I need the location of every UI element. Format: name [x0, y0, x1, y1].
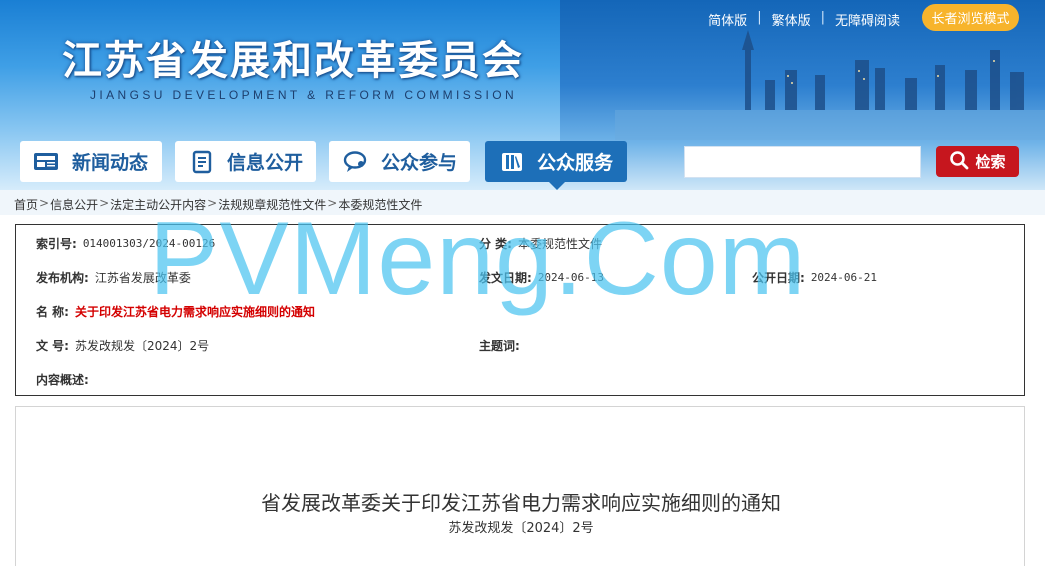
breadcrumb: 首页 > 信息公开 > 法定主动公开内容 > 法规规章规范性文件 > 本委规范性… [0, 190, 1045, 215]
document-title: 省发展改革委关于印发江苏省电力需求响应实施细则的通知 [261, 491, 781, 515]
search-icon [949, 150, 969, 174]
breadcrumb-separator: > [327, 196, 338, 210]
public-date-row: 公开日期: 2024-06-21 [752, 269, 877, 286]
top-links: 简体版 | 繁体版 | 无障碍阅读 [708, 10, 900, 29]
book-icon [497, 149, 527, 175]
site-subtitle: JIANGSU DEVELOPMENT & REFORM COMMISSION [90, 88, 518, 102]
issue-date-row: 发文日期: 2024-06-13 [479, 269, 604, 286]
breadcrumb-item[interactable]: 法规规章规范性文件 [218, 196, 326, 212]
site-title: 江苏省发展和改革委员会 [62, 38, 524, 84]
news-icon [32, 149, 62, 175]
nav-service-label: 公众服务 [537, 152, 614, 174]
simplified-link[interactable]: 简体版 [708, 10, 747, 29]
breadcrumb-separator: > [39, 196, 50, 210]
issue-date-label: 发文日期: [479, 271, 532, 285]
keywords-label: 主题词: [479, 339, 520, 353]
accessibility-link[interactable]: 无障碍阅读 [835, 10, 900, 29]
issue-date-value: 2024-06-13 [537, 271, 605, 284]
name-label: 名 称: [36, 305, 69, 319]
breadcrumb-separator: > [207, 196, 218, 210]
docno-value: 苏发改规发〔2024〕2号 [74, 339, 210, 353]
publisher-label: 发布机构: [36, 271, 89, 285]
keywords-row: 主题词: [479, 337, 526, 354]
summary-label: 内容概述: [36, 373, 89, 387]
document-info-table: 索引号: 014001303/2024-00126 分 类: 本委规范性文件 发… [15, 224, 1025, 396]
document-content: 省发展改革委关于印发江苏省电力需求响应实施细则的通知 苏发改规发〔2024〕2号 [15, 406, 1025, 566]
city-skyline-image [615, 30, 1045, 140]
search-input[interactable] [684, 146, 921, 178]
index-label: 索引号: [36, 237, 77, 251]
name-value: 关于印发江苏省电力需求响应实施细则的通知 [74, 305, 315, 319]
elder-mode-button[interactable]: 长者浏览模式 [922, 4, 1019, 31]
publisher-row: 发布机构: 江苏省发展改革委 [36, 269, 191, 286]
traditional-link[interactable]: 繁体版 [772, 10, 811, 29]
publisher-value: 江苏省发展改革委 [94, 271, 191, 285]
document-icon [187, 149, 217, 175]
nav-news-label: 新闻动态 [72, 152, 149, 174]
breadcrumb-item[interactable]: 本委规范性文件 [338, 196, 422, 212]
breadcrumb-separator: > [99, 196, 110, 210]
index-value: 014001303/2024-00126 [82, 237, 216, 250]
breadcrumb-item[interactable]: 信息公开 [50, 196, 98, 212]
category-row: 分 类: 本委规范性文件 [479, 235, 602, 252]
link-separator: | [757, 10, 762, 25]
index-row: 索引号: 014001303/2024-00126 [36, 235, 215, 252]
public-date-value: 2024-06-21 [810, 271, 878, 284]
chat-icon [341, 149, 371, 175]
breadcrumb-item[interactable]: 法定主动公开内容 [110, 196, 206, 212]
nav-news[interactable]: 新闻动态 [20, 141, 162, 182]
public-date-label: 公开日期: [752, 271, 805, 285]
nav-participation[interactable]: 公众参与 [329, 141, 470, 182]
nav-participation-label: 公众参与 [381, 152, 458, 174]
name-row: 名 称: 关于印发江苏省电力需求响应实施细则的通知 [36, 303, 315, 320]
search-button-label: 检索 [975, 153, 1006, 171]
docno-row: 文 号: 苏发改规发〔2024〕2号 [36, 337, 209, 354]
docno-label: 文 号: [36, 339, 69, 353]
document-number: 苏发改规发〔2024〕2号 [448, 521, 594, 536]
link-separator: | [820, 10, 825, 25]
nav-info[interactable]: 信息公开 [175, 141, 316, 182]
nav-info-label: 信息公开 [227, 152, 304, 174]
category-label: 分 类: [479, 237, 512, 251]
search-button[interactable]: 检索 [936, 146, 1019, 177]
breadcrumb-item[interactable]: 首页 [14, 196, 38, 212]
summary-row: 内容概述: [36, 371, 95, 388]
category-value: 本委规范性文件 [517, 237, 602, 251]
nav-service[interactable]: 公众服务 [485, 141, 627, 190]
